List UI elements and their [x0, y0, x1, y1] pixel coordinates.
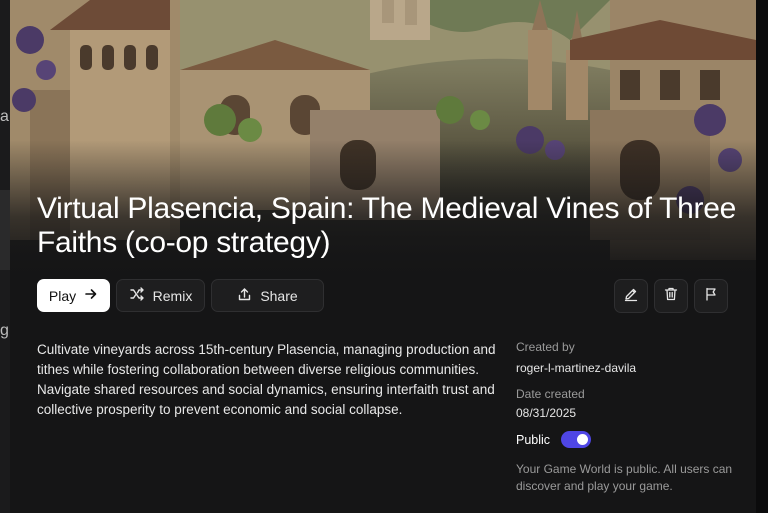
play-button[interactable]: Play	[37, 279, 110, 312]
edit-button[interactable]	[614, 279, 648, 313]
remix-button-label: Remix	[152, 287, 193, 304]
created-by-label: Created by	[516, 340, 575, 354]
upload-share-icon	[237, 287, 252, 305]
public-label: Public	[516, 433, 551, 447]
background-panel	[0, 190, 10, 270]
game-detail-modal: Virtual Plasencia, Spain: The Medieval V…	[10, 0, 756, 513]
play-button-label: Play	[48, 287, 77, 304]
public-toggle[interactable]	[561, 431, 591, 448]
share-button-label: Share	[260, 287, 298, 304]
background-page: ar g	[0, 0, 14, 513]
game-description: Cultivate vineyards across 15th-century …	[37, 342, 496, 417]
date-created-value: 08/31/2025	[516, 406, 577, 420]
pencil-icon	[623, 286, 639, 307]
game-title: Virtual Plasencia, Spain: The Medieval V…	[37, 192, 736, 259]
share-button[interactable]: Share	[211, 279, 324, 312]
delete-button[interactable]	[654, 279, 688, 313]
report-button[interactable]	[694, 279, 728, 313]
shuffle-icon	[129, 286, 145, 305]
creator-username[interactable]: roger-l-martinez-davila	[516, 361, 636, 375]
flag-icon	[703, 286, 719, 307]
public-visibility-note: Your Game World is public. All users can…	[516, 462, 733, 493]
remix-button[interactable]: Remix	[116, 279, 205, 312]
background-page-edge	[756, 0, 768, 513]
date-created-label: Date created	[516, 387, 585, 401]
arrow-right-icon	[84, 287, 98, 304]
toggle-knob	[577, 434, 588, 445]
trash-icon	[663, 286, 679, 307]
background-text-fragment: g	[0, 322, 9, 339]
